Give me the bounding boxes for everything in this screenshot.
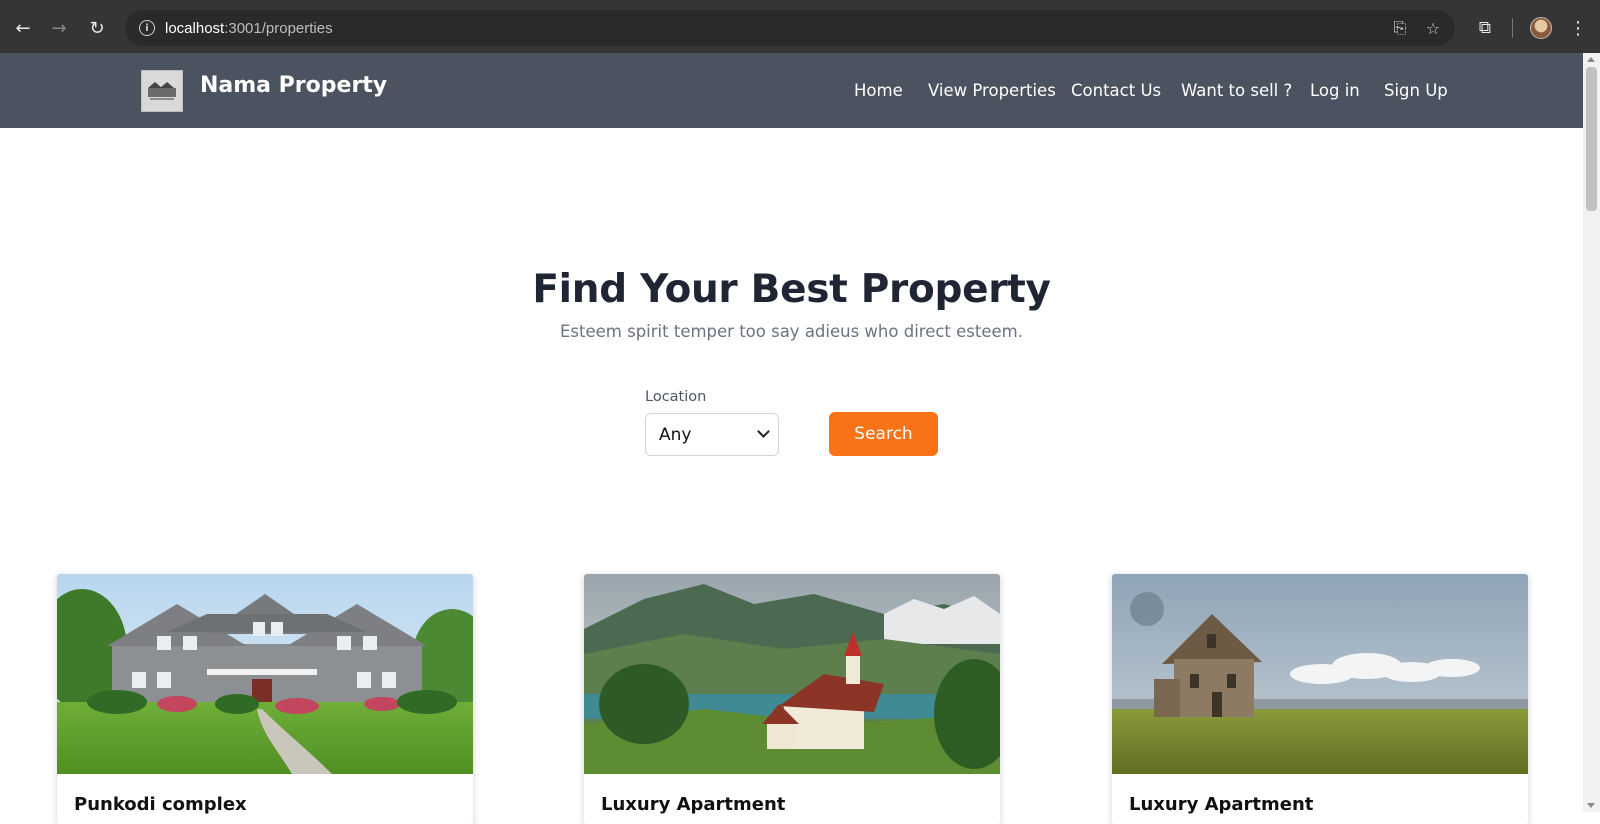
hero-title: Find Your Best Property	[532, 267, 1051, 312]
nav-link-view-properties[interactable]: View Properties	[928, 53, 1056, 128]
forward-arrow-icon[interactable]: →	[44, 13, 74, 43]
location-select[interactable]: Any	[645, 413, 779, 456]
install-app-icon[interactable]: ⎘	[1390, 18, 1410, 38]
browser-toolbar: ← → ↻ i localhost:3001/properties ⎘ ☆ ⧉ …	[0, 0, 1600, 53]
toolbar-divider	[1512, 18, 1513, 38]
hero-subtitle: Esteem spirit temper too say adieus who …	[560, 322, 1023, 341]
url-path: :3001/properties	[224, 19, 333, 37]
browser-menu-icon[interactable]: ⋮	[1563, 13, 1593, 43]
scroll-thumb[interactable]	[1586, 67, 1597, 211]
nav-link-want-to-sell[interactable]: Want to sell ?	[1181, 53, 1292, 128]
property-card[interactable]: Luxury Apartment	[584, 574, 1000, 824]
site-info-icon[interactable]: i	[139, 20, 155, 36]
brand-name[interactable]: Nama Property	[200, 73, 387, 98]
page-scrollbar[interactable]	[1583, 53, 1600, 812]
nav-link-contact-us[interactable]: Contact Us	[1071, 53, 1161, 128]
extensions-puzzle-icon[interactable]: ⧉	[1470, 13, 1500, 43]
location-select-value: Any	[659, 424, 692, 445]
site-logo[interactable]	[141, 70, 183, 112]
back-arrow-icon[interactable]: ←	[8, 13, 38, 43]
nav-link-sign-up[interactable]: Sign Up	[1384, 53, 1448, 128]
nav-link-home[interactable]: Home	[854, 53, 903, 128]
property-card[interactable]: Luxury Apartment	[1112, 574, 1528, 824]
suburban-house-photo[interactable]	[57, 574, 473, 774]
location-label: Location	[645, 389, 707, 405]
url-host: localhost	[165, 19, 225, 37]
scroll-down-icon[interactable]	[1587, 803, 1595, 808]
property-card[interactable]: Punkodi complex	[57, 574, 473, 824]
scroll-up-icon[interactable]	[1587, 57, 1595, 62]
nav-link-log-in[interactable]: Log in	[1310, 53, 1360, 128]
profile-avatar[interactable]	[1530, 17, 1552, 39]
url-text[interactable]: localhost:3001/properties	[165, 20, 333, 37]
chevron-down-icon	[757, 425, 770, 438]
site-navbar: Nama Property Home View Properties Conta…	[0, 53, 1583, 128]
old-farmhouse-field-photo[interactable]	[1112, 574, 1528, 774]
search-button[interactable]: Search	[829, 412, 938, 456]
reload-icon[interactable]: ↻	[82, 13, 112, 43]
bookmark-star-icon[interactable]: ☆	[1423, 18, 1443, 38]
mountain-lake-chapel-photo[interactable]	[584, 574, 1000, 774]
address-bar[interactable]: i localhost:3001/properties ⎘ ☆	[125, 10, 1455, 46]
